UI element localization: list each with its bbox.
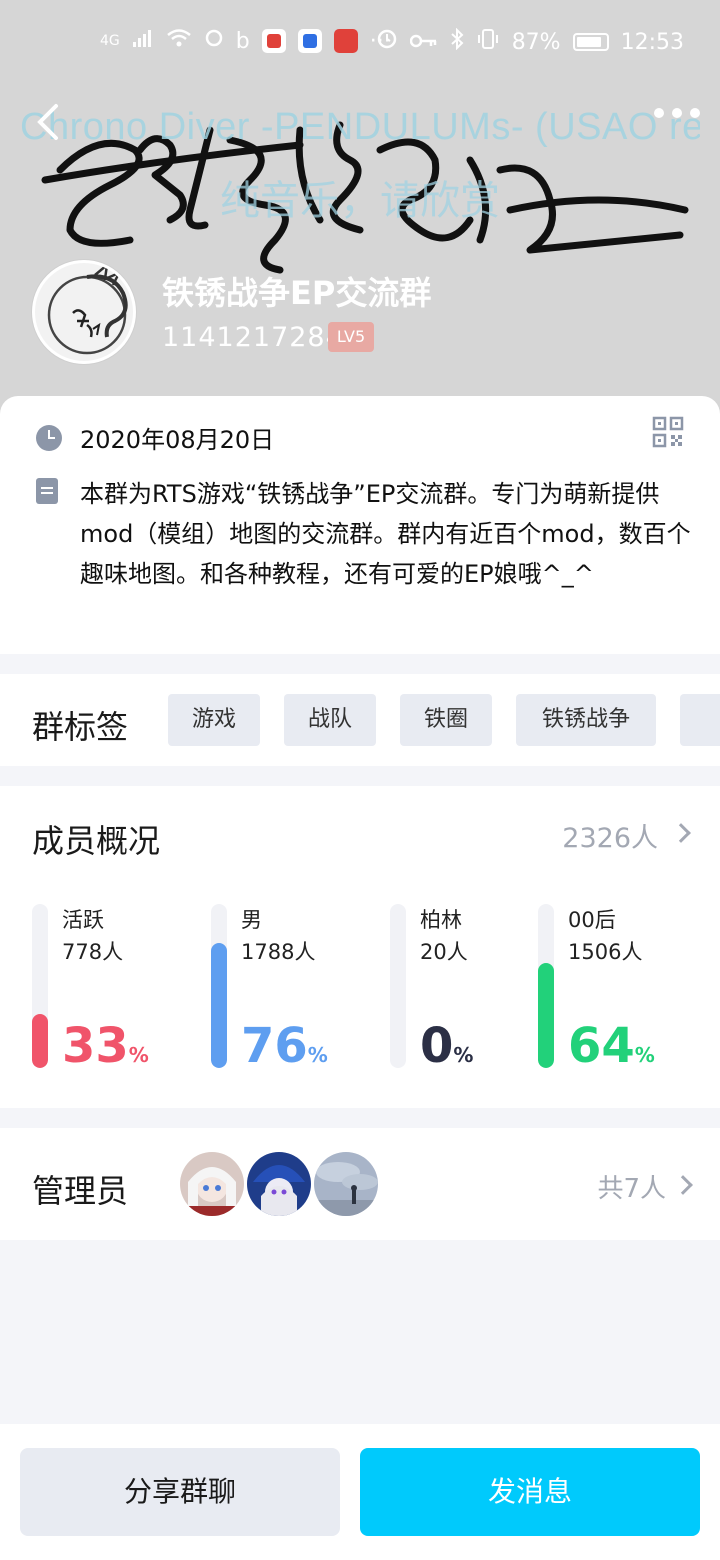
- stat-bar-fill: [538, 963, 554, 1068]
- battery-percent: 87%: [511, 29, 561, 55]
- stat-active: 活跃 778人 33%: [32, 904, 202, 1074]
- chevron-right-icon: [673, 1175, 693, 1195]
- dragon-logo-icon: [47, 263, 128, 355]
- percent-sign: %: [634, 1043, 655, 1067]
- tags-title: 群标签: [32, 708, 129, 746]
- stat-count: 20人: [420, 940, 468, 964]
- stat-bar-fill: [211, 943, 227, 1068]
- status-bar: 4G b ··· 87% 12:53: [0, 22, 720, 62]
- header-banner: 4G b ··· 87% 12:53 Chrono Diver -PENDULU…: [0, 0, 720, 420]
- stat-percent-value: 0: [420, 1018, 454, 1074]
- more-dot: [672, 108, 682, 118]
- stat-label: 00后: [568, 908, 616, 932]
- group-description: 本群为RTS游戏“铁锈战争”EP交流群。专门为萌新提供mod（模组）地图的交流群…: [80, 480, 691, 588]
- send-message-button[interactable]: 发消息: [360, 1448, 700, 1536]
- stat-age: 00后 1506人 64%: [538, 904, 708, 1074]
- group-info-card: 2020年08月20日 本群为RTS游戏“铁锈战争”EP交流群。专门为萌新提供m…: [0, 396, 720, 654]
- stat-percent-value: 33: [62, 1018, 129, 1074]
- signal-icon: [132, 28, 154, 54]
- group-tags-section: 群标签 游戏 战队 铁圈 铁锈战争: [0, 674, 720, 766]
- baidu-icon: [297, 29, 322, 53]
- group-id: 1141217284: [162, 322, 344, 353]
- stat-percent: 76%: [241, 1022, 328, 1070]
- more-dot: [654, 108, 664, 118]
- admin-avatar[interactable]: [247, 1152, 311, 1216]
- tag-item[interactable]: 铁圈: [400, 694, 492, 746]
- stat-percent-value: 76: [241, 1018, 308, 1074]
- created-date-row: 2020年08月20日: [36, 420, 274, 455]
- stat-bar-track: [538, 904, 554, 1068]
- app-notification-icon: [261, 29, 286, 53]
- admin-avatar[interactable]: [314, 1152, 378, 1216]
- stat-count: 778人: [62, 940, 124, 964]
- now-playing-subtitle: 纯音乐，请欣赏: [220, 178, 500, 224]
- bluetooth-icon: [450, 27, 464, 56]
- network-indicator: 4G: [100, 33, 120, 49]
- now-playing-title: Chrono Diver -PENDULUMs- (USAO re: [20, 106, 700, 148]
- calendar-app-icon: [333, 29, 358, 53]
- chevron-right-icon: [671, 823, 691, 843]
- group-avatar[interactable]: [32, 260, 136, 364]
- stat-bar-track: [32, 904, 48, 1068]
- stat-label: 柏林: [420, 908, 462, 932]
- back-arrow-icon[interactable]: [28, 100, 72, 144]
- tag-item-overflow[interactable]: [680, 694, 720, 746]
- admins-count: 共7人: [597, 1174, 666, 1204]
- percent-sign: %: [453, 1043, 474, 1067]
- members-total: 2326人: [562, 823, 658, 854]
- stat-location: 柏林 20人 0%: [390, 904, 560, 1074]
- stat-label: 男: [241, 908, 262, 932]
- clock-time: 12:53: [620, 29, 684, 55]
- percent-sign: %: [307, 1043, 328, 1067]
- stat-count: 1788人: [241, 940, 316, 964]
- members-overview-section[interactable]: 成员概况 2326人 活跃 778人 33% 男 1788人 76% 柏林 20…: [0, 786, 720, 1108]
- stat-male: 男 1788人 76%: [211, 904, 381, 1074]
- key-icon: [409, 30, 438, 55]
- tag-item[interactable]: 战队: [284, 694, 376, 746]
- members-title: 成员概况: [32, 822, 161, 860]
- stat-percent: 33%: [62, 1022, 149, 1070]
- bottom-action-bar: 分享群聊 发消息: [0, 1424, 720, 1560]
- stat-label: 活跃: [62, 908, 104, 932]
- alarm-icon: [376, 28, 398, 56]
- admins-section[interactable]: 管理员 共7人: [0, 1128, 720, 1240]
- sync-icon: [204, 28, 224, 54]
- more-dot: [690, 108, 700, 118]
- status-left: 4G b ···: [100, 28, 391, 54]
- status-right: 87% 12:53: [376, 27, 684, 56]
- level-badge: LV5: [328, 322, 374, 352]
- admin-avatar[interactable]: [180, 1152, 244, 1216]
- stat-bar-fill: [32, 1014, 48, 1068]
- b-icon: b: [235, 28, 250, 54]
- stat-bar-track: [211, 904, 227, 1068]
- description-row: 本群为RTS游戏“铁锈战争”EP交流群。专门为萌新提供mod（模组）地图的交流群…: [36, 474, 692, 594]
- qr-code-icon[interactable]: [652, 416, 684, 448]
- stat-count: 1506人: [568, 940, 643, 964]
- admins-title: 管理员: [32, 1172, 129, 1210]
- more-options-icon[interactable]: [654, 108, 700, 118]
- percent-sign: %: [128, 1043, 149, 1067]
- stat-percent: 0%: [420, 1022, 473, 1070]
- battery-icon: [572, 33, 609, 51]
- vibrate-icon: [476, 28, 500, 56]
- clock-icon: [36, 424, 62, 451]
- group-name: 铁锈战争EP交流群: [162, 274, 432, 312]
- share-group-button[interactable]: 分享群聊: [20, 1448, 340, 1536]
- stat-bar-track: [390, 904, 406, 1068]
- tag-item[interactable]: 铁锈战争: [516, 694, 656, 746]
- wifi-icon: [166, 28, 192, 54]
- stat-percent: 64%: [568, 1022, 655, 1070]
- stat-percent-value: 64: [568, 1018, 635, 1074]
- tag-item[interactable]: 游戏: [168, 694, 260, 746]
- created-date: 2020年08月20日: [80, 426, 275, 454]
- document-icon: [36, 478, 58, 504]
